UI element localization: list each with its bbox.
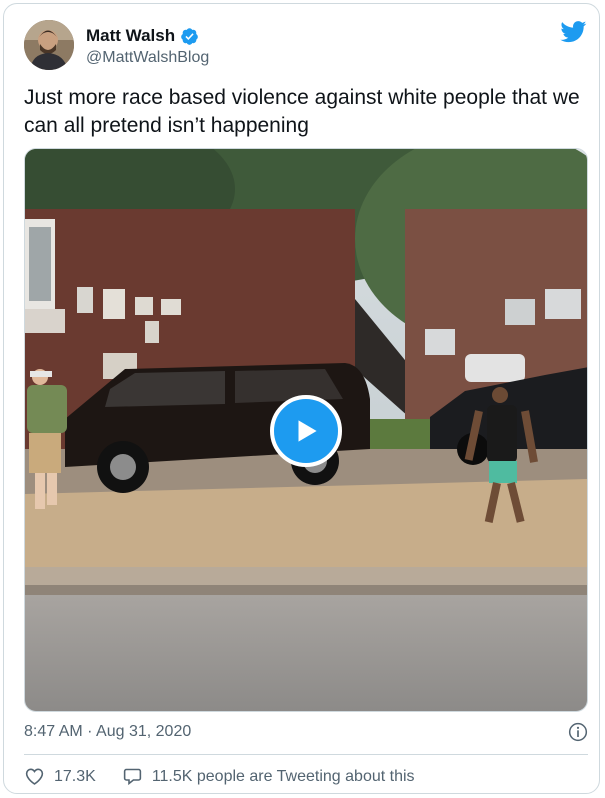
author-row: Matt Walsh <box>86 26 199 46</box>
like-button[interactable]: 17.3K <box>24 766 96 787</box>
tweeting-count: 11.5K people are Tweeting about this <box>151 767 415 785</box>
like-count: 17.3K <box>54 767 96 785</box>
avatar[interactable] <box>24 20 74 70</box>
tweeting-about-link[interactable]: 11.5K people are Tweeting about this <box>122 766 415 787</box>
play-button[interactable] <box>270 395 342 467</box>
twitter-bird-icon[interactable] <box>560 21 587 43</box>
verified-badge-icon <box>181 27 198 45</box>
speech-bubble-icon <box>123 768 141 786</box>
info-icon[interactable] <box>568 722 588 742</box>
tweet-timestamp[interactable]: 8:47 AM · Aug 31, 2020 <box>24 723 191 741</box>
tweet-text: Just more race based violence against wh… <box>24 86 580 137</box>
tweet-card: Matt Walsh @MattWalshBlog Just more race… <box>3 3 600 794</box>
avatar-photo <box>24 20 74 70</box>
heart-icon <box>25 768 44 785</box>
play-icon <box>298 420 317 442</box>
author-handle[interactable]: @MattWalshBlog <box>86 49 209 67</box>
author-name[interactable]: Matt Walsh <box>86 26 175 46</box>
divider <box>24 754 588 755</box>
action-bar: 17.3K 11.5K people are Tweeting about th… <box>24 766 415 787</box>
video-player[interactable] <box>24 148 588 712</box>
